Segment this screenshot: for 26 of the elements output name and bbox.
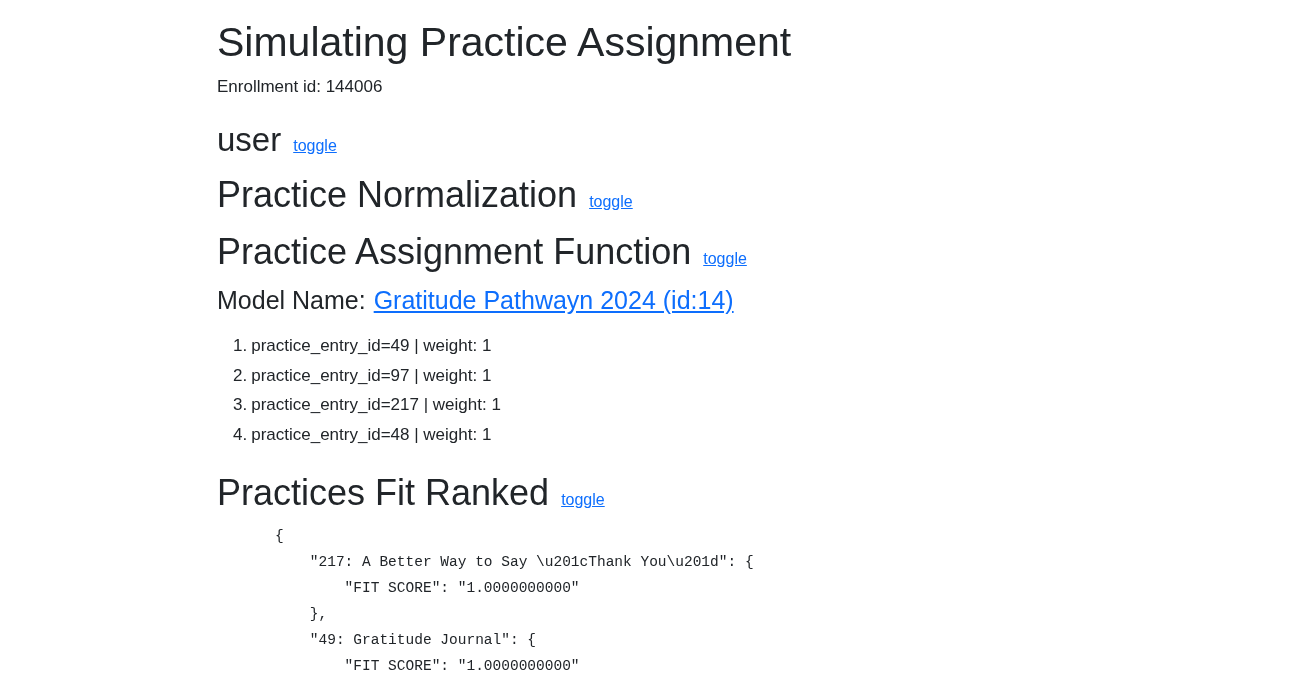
practice-entry: practice_entry_id=48 | weight: 1 xyxy=(251,423,492,446)
json-line: "FIT SCORE": "1.0000000000" xyxy=(343,579,580,598)
json-line: { xyxy=(275,527,284,546)
section-heading: user xyxy=(217,119,282,160)
model-name-label: Model Name: xyxy=(217,284,366,316)
section-heading: Practice Assignment Function xyxy=(217,229,692,274)
list-number: 1. xyxy=(233,335,248,357)
list-number: 2. xyxy=(233,364,248,387)
enrollment-id: Enrollment id: 144006 xyxy=(217,77,383,96)
model-link[interactable]: Gratitude Pathwayn 2024 (id:14) xyxy=(373,281,734,319)
practice-entry: practice_entry_id=217 | weight: 1 xyxy=(251,394,501,416)
section-heading: Practices Fit Ranked xyxy=(217,471,550,515)
json-line: "FIT SCORE": "1.0000000000" xyxy=(343,657,580,676)
toggle-link[interactable]: toggle xyxy=(589,189,633,214)
json-line: "217: A Better Way to Say \u201cThank You\u201d": { xyxy=(308,553,754,572)
section-heading: Practice Normalization xyxy=(217,172,578,217)
page-title: Simulating Practice Assignment xyxy=(217,18,793,67)
json-line: "49: Gratitude Journal": { xyxy=(308,631,537,650)
toggle-link[interactable]: toggle xyxy=(293,133,337,158)
list-number: 4. xyxy=(233,423,248,446)
practice-entry: practice_entry_id=97 | weight: 1 xyxy=(251,364,492,387)
list-number: 3. xyxy=(233,394,248,416)
toggle-link[interactable]: toggle xyxy=(703,246,747,271)
practice-entry: practice_entry_id=49 | weight: 1 xyxy=(251,335,492,357)
json-line: }, xyxy=(308,605,328,624)
toggle-link[interactable]: toggle xyxy=(561,488,605,512)
